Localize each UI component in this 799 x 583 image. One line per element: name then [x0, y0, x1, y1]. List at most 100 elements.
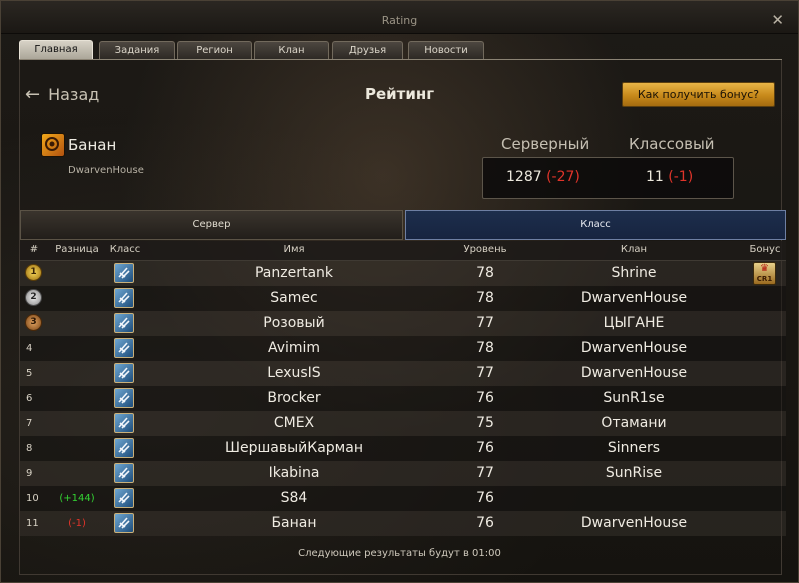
row-name[interactable]: Panzertank [144, 265, 444, 281]
player-name: Банан [68, 136, 117, 154]
class-icon [114, 413, 134, 433]
col-rank: # [29, 244, 39, 255]
row-name[interactable]: Brocker [144, 390, 444, 406]
row-level: 75 [476, 415, 494, 431]
class-rank-value: 11 (-1) [646, 169, 694, 185]
row-clan[interactable]: ЦЫГАНЕ [525, 315, 743, 331]
subtab-server[interactable]: Сервер [20, 210, 403, 240]
close-icon[interactable]: ✕ [771, 13, 784, 28]
col-level: Уровень [463, 244, 507, 255]
class-icon [114, 438, 134, 458]
class-icon [114, 463, 134, 483]
row-clan[interactable]: DwarvenHouse [525, 515, 743, 531]
class-icon [114, 488, 134, 508]
row-rank: 6 [26, 393, 33, 404]
col-diff: Разница [55, 244, 99, 255]
row-clan[interactable]: DwarvenHouse [525, 290, 743, 306]
row-level: 77 [476, 465, 494, 481]
tab-clan[interactable]: Клан [254, 41, 329, 60]
rating-window: Rating ✕ Главная Задания Регион Клан Дру… [0, 0, 799, 583]
table-header: # Разница Класс Имя Уровень Клан Бонус [20, 241, 786, 261]
table-row[interactable]: 10 (+144) S84 76 [20, 486, 786, 511]
row-rank: 9 [26, 468, 33, 479]
tab-main[interactable]: Главная [19, 40, 93, 60]
class-icon [114, 388, 134, 408]
table-row[interactable]: 6 Brocker 76 SunR1se [20, 386, 786, 411]
player-clan: DwarvenHouse [68, 165, 144, 176]
col-clan: Клан [620, 244, 648, 255]
row-diff: (+144) [59, 493, 95, 504]
row-level: 77 [476, 315, 494, 331]
class-rank-label: Классовый [629, 135, 715, 153]
table-row[interactable]: 1 Panzertank 78 Shrine ♛ CR1 [20, 261, 786, 286]
silver-medal-icon: 2 [25, 289, 42, 306]
row-rank: 4 [26, 343, 33, 354]
table-row[interactable]: 2 Samec 78 DwarvenHouse [20, 286, 786, 311]
row-level: 78 [476, 290, 494, 306]
tab-news[interactable]: Новости [408, 41, 484, 60]
trophy-cup-icon: ♛ [760, 263, 769, 274]
server-rank-change: (-27) [546, 169, 580, 185]
row-name[interactable]: Ikabina [144, 465, 444, 481]
bonus-label: CR1 [756, 275, 773, 283]
row-name[interactable]: Samec [144, 290, 444, 306]
subtab-class[interactable]: Класс [405, 210, 786, 240]
col-bonus: Бонус [749, 244, 781, 255]
row-rank: 10 [26, 493, 39, 504]
next-results-note: Следующие результаты будут в 01:00 [298, 548, 501, 559]
class-icon [114, 513, 134, 533]
table-row[interactable]: 5 LexusIS 77 DwarvenHouse [20, 361, 786, 386]
row-clan[interactable]: SunR1se [525, 390, 743, 406]
row-level: 78 [476, 340, 494, 356]
row-level: 76 [476, 515, 494, 531]
title-bar[interactable]: Rating ✕ [1, 1, 798, 34]
class-rank-change: (-1) [668, 169, 694, 185]
server-rank-value: 1287 (-27) [506, 169, 580, 185]
server-rank-label: Серверный [501, 135, 590, 153]
row-clan[interactable]: SunRise [525, 465, 743, 481]
row-rank: 11 [26, 518, 39, 529]
row-rank: 8 [26, 443, 33, 454]
bronze-medal-icon: 3 [25, 314, 42, 331]
col-class: Класс [109, 244, 141, 255]
window-title: Rating [381, 14, 418, 27]
tab-region[interactable]: Регион [177, 41, 252, 60]
class-icon [114, 288, 134, 308]
col-name: Имя [283, 244, 305, 255]
row-name[interactable]: LexusIS [144, 365, 444, 381]
table-row[interactable]: 3 Розовый 77 ЦЫГАНЕ [20, 311, 786, 336]
row-name[interactable]: Avimim [144, 340, 444, 356]
table-row[interactable]: 11 (-1) Банан 76 DwarvenHouse [20, 511, 786, 536]
row-clan[interactable]: Sinners [525, 440, 743, 456]
row-name[interactable]: S84 [144, 490, 444, 506]
row-level: 78 [476, 265, 494, 281]
row-name[interactable]: ШершавыйКарман [144, 440, 444, 456]
class-icon [114, 313, 134, 333]
row-name[interactable]: Банан [144, 515, 444, 531]
table-row[interactable]: 8 ШершавыйКарман 76 Sinners [20, 436, 786, 461]
tab-tasks[interactable]: Задания [99, 41, 175, 60]
table-row[interactable]: 9 Ikabina 77 SunRise [20, 461, 786, 486]
class-icon [114, 263, 134, 283]
row-level: 76 [476, 440, 494, 456]
row-level: 77 [476, 365, 494, 381]
row-name[interactable]: Розовый [144, 315, 444, 331]
class-icon [114, 338, 134, 358]
row-rank: 7 [26, 418, 33, 429]
how-to-get-bonus-button[interactable]: Как получить бонус? [622, 82, 775, 107]
row-clan[interactable]: DwarvenHouse [525, 340, 743, 356]
table-row[interactable]: 4 Avimim 78 DwarvenHouse [20, 336, 786, 361]
bonus-trophy-icon[interactable]: ♛ CR1 [753, 262, 776, 285]
table-row[interactable]: 7 CMEX 75 Отамани [20, 411, 786, 436]
gold-medal-icon: 1 [25, 264, 42, 281]
row-clan[interactable]: Shrine [525, 265, 743, 281]
row-level: 76 [476, 390, 494, 406]
row-diff: (-1) [68, 518, 86, 529]
row-level: 76 [476, 490, 494, 506]
row-clan[interactable]: DwarvenHouse [525, 365, 743, 381]
player-class-icon [41, 133, 65, 157]
tab-friends[interactable]: Друзья [332, 41, 403, 60]
class-icon [114, 363, 134, 383]
row-name[interactable]: CMEX [144, 415, 444, 431]
row-clan[interactable]: Отамани [525, 415, 743, 431]
